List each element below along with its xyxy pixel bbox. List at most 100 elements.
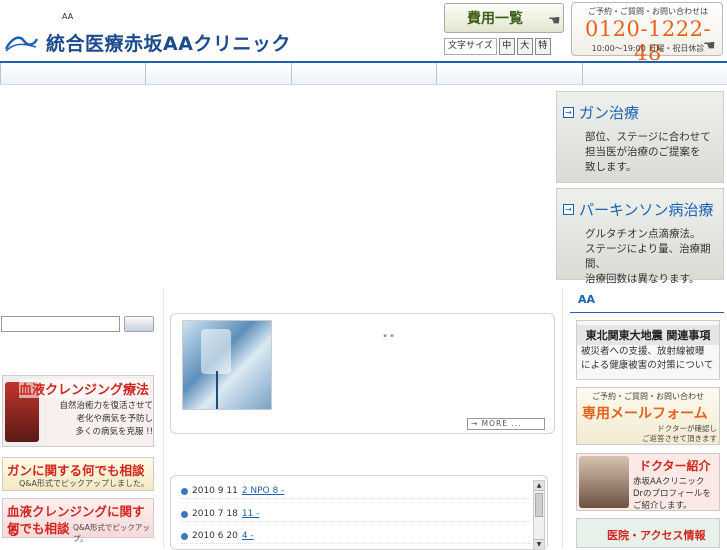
news-scrollbar[interactable]: ▲ ▼: [533, 480, 545, 549]
banner-body: 赤坂AAクリニック Drのプロフィールを ご紹介します。: [633, 476, 719, 512]
scroll-down-icon[interactable]: ▼: [534, 539, 544, 549]
nav-item-5[interactable]: [581, 63, 727, 84]
banner-note: ドクターが確認し ご返答させて頂きます: [627, 424, 717, 444]
font-size-medium-button[interactable]: 中: [498, 38, 515, 55]
banner-blood-cleansing-qa[interactable]: 血液クレンジングに関する 何でも相談 Q&A形式でピックアップ。: [2, 498, 154, 543]
main-nav: [0, 61, 727, 85]
banner-doctor-profile[interactable]: ドクター紹介 赤坂AAクリニック Drのプロフィールを ご紹介します。: [576, 453, 720, 511]
hero-panel-title: → パーキンソン病治療: [563, 199, 714, 220]
banner-subtitle: Q&A形式でピックアップしました。: [19, 479, 150, 488]
hero-panel-parkinson[interactable]: → パーキンソン病治療 グルタチオン点滴療法。 ステージにより量、治療期間、 治…: [556, 188, 724, 285]
hero-panel-title-text: ガン治療: [579, 104, 640, 122]
font-size-label: 文字サイズ: [444, 38, 497, 55]
banner-access-info[interactable]: 医院・アクセス情報: [576, 518, 720, 548]
banner-title: 血液クレンジング療法: [19, 379, 150, 398]
banner-line: 多くの病気を克服 !!: [75, 427, 153, 437]
bullet-icon: [181, 532, 188, 540]
hero-panel-title-text: パーキンソン病治療: [579, 201, 714, 219]
feature-box: " " → MORE ...: [170, 313, 555, 434]
banner-caption: ご予約・ご質問・お問い合わせ: [592, 392, 704, 401]
arrow-right-icon: →: [563, 204, 574, 215]
font-size-large-button[interactable]: 大: [516, 38, 533, 55]
news-date: 2010 9 11: [192, 486, 238, 496]
site-header: AA 統合医療赤坂AAクリニック 費用一覧 ☚ 文字サイズ 中 大 特 ご予約・…: [0, 0, 727, 65]
contact-hours: 10:00〜19:00 日曜・祝日休診: [591, 44, 705, 53]
contact-label: ご予約・ご質問・お問い合わせは: [588, 7, 708, 16]
news-link[interactable]: 4 -: [242, 531, 254, 541]
column-divider: [163, 288, 164, 548]
phone-contact-box[interactable]: ご予約・ご質問・お問い合わせは 0120-1222-48 10:00〜19:00…: [571, 2, 723, 65]
news-item: 2010 7 18 11 -: [181, 509, 531, 522]
font-size-extra-large-button[interactable]: 特: [534, 38, 551, 55]
news-link[interactable]: 11 -: [242, 509, 260, 519]
banner-mail-form[interactable]: ご予約・ご質問・お問い合わせ 専用メールフォーム ドクターが確認し ご返答させて…: [576, 387, 720, 445]
banner-line: ご紹介します。: [633, 501, 692, 511]
right-column-title: AA: [578, 293, 596, 306]
banner-line: による健康被害の対策について: [581, 360, 714, 371]
news-date: 2010 7 18: [192, 509, 238, 519]
banner-title: 医院・アクセス情報: [607, 529, 706, 542]
right-column-rule: [570, 312, 724, 313]
banner-line: Drのプロフィールを: [633, 489, 711, 499]
banner-earthquake-info[interactable]: 東北関東大地震 関連事項 被災者への支援、放射線被曝 による健康被害の対策につい…: [576, 320, 720, 380]
news-list: 2010 9 11 2 NPO 8 - 2010 7 18 11 - 2010 …: [170, 475, 548, 550]
bullet-icon: [181, 487, 188, 495]
nav-item-4[interactable]: [436, 63, 581, 84]
banner-title: 何でも相談: [7, 521, 70, 536]
hand-cursor-icon: ☚: [548, 13, 561, 29]
clinic-logo-text[interactable]: 統合医療赤坂AAクリニック: [46, 29, 291, 56]
hero-panel-description: 部位、ステージに合わせて 担当医が治療のご提案を 致します。: [585, 130, 723, 175]
description-line: 担当医が治療のご提案を: [585, 146, 701, 158]
description-line: ステージにより量、治療期間、: [585, 243, 711, 270]
nav-item-2[interactable]: [145, 63, 290, 84]
more-button[interactable]: → MORE ...: [467, 418, 545, 430]
hand-cursor-icon: ☚: [703, 38, 716, 54]
banner-line: ドクターが確認し: [657, 424, 717, 433]
hero-image-area: [0, 86, 555, 282]
news-item: 2010 6 20 4 -: [181, 531, 531, 544]
banner-line: 老化や病気を予防し: [76, 414, 153, 424]
banner-body: 自然治癒力を復活させて 老化や病気を予防し 多くの病気を克服 !!: [47, 400, 153, 439]
iv-tube-shape: [216, 371, 218, 409]
news-link[interactable]: 2 NPO 8 -: [242, 486, 285, 496]
banner-title: 専用メールフォーム: [582, 406, 708, 422]
description-line: グルタチオン点滴療法。: [585, 228, 701, 240]
column-divider: [562, 288, 563, 548]
doctor-photo: [579, 456, 629, 508]
hero-panel-cancer[interactable]: → ガン治療 部位、ステージに合わせて 担当医が治療のご提案を 致します。: [556, 91, 724, 183]
news-item: 2010 9 11 2 NPO 8 -: [181, 486, 531, 499]
header-tagline: AA: [62, 12, 74, 21]
nav-item-3[interactable]: [290, 63, 436, 84]
news-date: 2010 6 20: [192, 531, 238, 541]
search-button[interactable]: [124, 316, 154, 332]
banner-title: ガンに関する何でも相談: [7, 463, 145, 478]
scroll-up-icon[interactable]: ▲: [534, 481, 544, 491]
iv-bag-shape: [201, 329, 231, 374]
banner-subtitle: Q&A形式でピックアップ。: [73, 523, 150, 543]
feature-quote: " ": [383, 334, 395, 344]
fee-list-button[interactable]: 費用一覧: [444, 3, 564, 33]
banner-title: 東北関東大地震 関連事項: [577, 325, 719, 345]
banner-line: ご返答させて頂きます: [642, 434, 717, 443]
banner-line: 自然治癒力を復活させて: [59, 401, 153, 411]
banner-line: 被災者への支援、放射線被曝: [581, 346, 705, 357]
hero-panel-description: グルタチオン点滴療法。 ステージにより量、治療期間、 治療回数は異なります。: [585, 227, 723, 287]
iv-drip-photo: [182, 320, 272, 410]
hero-panel-title: → ガン治療: [563, 102, 639, 123]
contact-phone-number[interactable]: 0120-1222-48: [572, 17, 724, 65]
banner-cancer-qa[interactable]: ガンに関する何でも相談 Q&A形式でピックアップしました。: [2, 457, 154, 491]
description-line: 部位、ステージに合わせて: [585, 131, 711, 143]
scroll-thumb[interactable]: [535, 493, 543, 517]
font-size-switcher: 文字サイズ 中 大 特: [444, 38, 551, 55]
banner-body: 被災者への支援、放射線被曝 による健康被害の対策について: [581, 345, 719, 373]
description-line: 治療回数は異なります。: [585, 273, 700, 285]
nav-item-1[interactable]: [0, 63, 145, 84]
banner-title: ドクター紹介: [639, 459, 711, 473]
arrow-right-icon: →: [563, 107, 574, 118]
banner-line: 赤坂AAクリニック: [633, 477, 705, 487]
search-input[interactable]: [1, 316, 120, 332]
description-line: 致します。: [585, 161, 637, 173]
clinic-logo-icon[interactable]: [4, 33, 38, 53]
banner-blood-cleansing[interactable]: 血液クレンジング療法 自然治癒力を復活させて 老化や病気を予防し 多くの病気を克…: [2, 375, 154, 447]
bullet-icon: [181, 510, 188, 518]
